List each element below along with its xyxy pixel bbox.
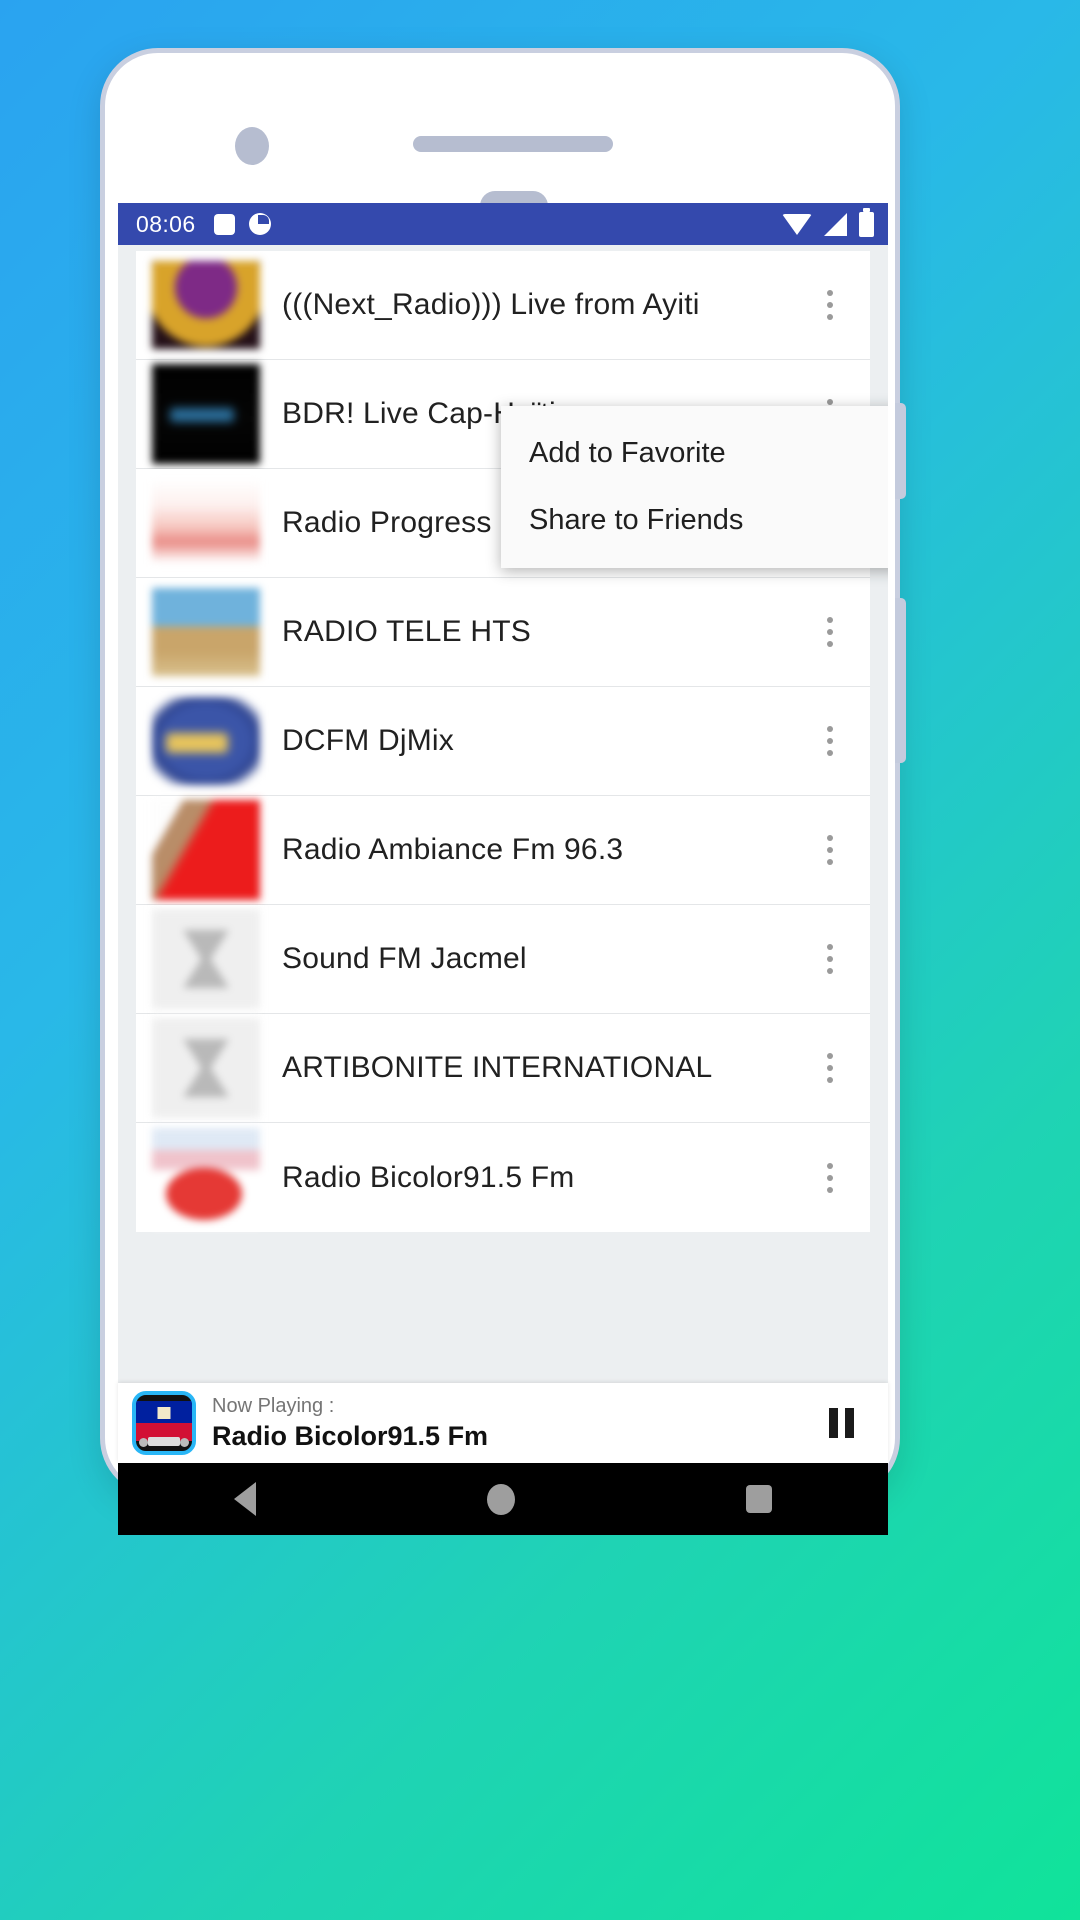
wifi-icon — [782, 213, 812, 235]
station-name: (((Next_Radio))) Live from Ayiti — [282, 288, 700, 321]
station-name: ARTIBONITE INTERNATIONAL — [282, 1051, 713, 1084]
station-artwork — [152, 261, 260, 349]
station-name: DCFM DjMix — [282, 724, 454, 757]
now-playing-artwork — [132, 1391, 196, 1455]
status-bar: 08:06 — [118, 203, 888, 245]
status-bar-system-icons — [782, 207, 874, 237]
station-name: RADIO TELE HTS — [282, 615, 531, 648]
now-playing-title: Radio Bicolor91.5 Fm — [212, 1420, 489, 1451]
station-artwork — [152, 697, 260, 785]
station-list: (((Next_Radio))) Live from Ayiti BDR! Li… — [118, 245, 888, 1232]
phone-mockup-frame: 08:06 (((Next_Radio))) Live from Ayiti B… — [100, 48, 906, 1535]
list-item[interactable]: Radio Bicolor91.5 Fm — [136, 1123, 870, 1232]
menu-item-add-to-favorite[interactable]: Add to Favorite — [501, 420, 888, 487]
list-item[interactable]: (((Next_Radio))) Live from Ayiti — [136, 251, 870, 360]
station-name: Sound FM Jacmel — [282, 942, 527, 975]
now-playing-label: Now Playing : — [212, 1394, 335, 1417]
station-artwork — [152, 479, 260, 567]
recents-button-icon[interactable] — [746, 1485, 773, 1513]
overflow-menu-icon[interactable] — [804, 1038, 856, 1098]
station-list-container[interactable]: (((Next_Radio))) Live from Ayiti BDR! Li… — [118, 245, 888, 1383]
overflow-menu-icon[interactable] — [804, 1148, 856, 1208]
overflow-menu-icon[interactable] — [804, 929, 856, 989]
context-menu[interactable]: Add to Favorite Share to Friends — [501, 406, 888, 568]
list-item[interactable]: Radio Ambiance Fm 96.3 — [136, 796, 870, 905]
menu-item-share-to-friends[interactable]: Share to Friends — [501, 487, 888, 554]
status-bar-notifications — [213, 213, 271, 235]
station-artwork — [152, 800, 260, 900]
station-artwork — [152, 1127, 260, 1228]
volume-button[interactable] — [895, 598, 906, 763]
list-item[interactable]: DCFM DjMix — [136, 687, 870, 796]
now-playing-bar[interactable]: Now Playing : Radio Bicolor91.5 Fm — [118, 1383, 888, 1463]
station-name: Radio Bicolor91.5 Fm — [282, 1160, 575, 1194]
square-notification-icon — [213, 213, 235, 235]
list-item[interactable]: ARTIBONITE INTERNATIONAL — [136, 1014, 870, 1123]
home-button-icon[interactable] — [486, 1483, 515, 1515]
signal-icon — [824, 212, 847, 236]
android-navigation-bar — [118, 1463, 888, 1535]
overflow-menu-icon[interactable] — [804, 820, 856, 880]
pause-button[interactable] — [829, 1408, 854, 1438]
circle-notification-icon — [248, 213, 271, 235]
power-button[interactable] — [895, 403, 906, 499]
back-button-icon[interactable] — [233, 1482, 256, 1516]
battery-icon — [859, 207, 874, 237]
station-artwork — [152, 588, 260, 676]
station-artwork — [152, 909, 260, 1009]
earpiece-speaker — [413, 136, 613, 152]
overflow-menu-icon[interactable] — [804, 602, 856, 662]
list-item[interactable]: RADIO TELE HTS — [136, 578, 870, 687]
front-camera-icon — [235, 127, 269, 165]
station-name: Radio Ambiance Fm 96.3 — [282, 833, 624, 866]
station-artwork — [152, 364, 260, 464]
list-item[interactable]: Sound FM Jacmel — [136, 905, 870, 1014]
overflow-menu-icon[interactable] — [804, 275, 856, 335]
now-playing-text: Now Playing : Radio Bicolor91.5 Fm — [212, 1395, 829, 1452]
status-bar-clock: 08:06 — [136, 210, 196, 237]
station-artwork — [152, 1018, 260, 1118]
android-screen: 08:06 (((Next_Radio))) Live from Ayiti B… — [118, 203, 888, 1383]
overflow-menu-icon[interactable] — [804, 711, 856, 771]
